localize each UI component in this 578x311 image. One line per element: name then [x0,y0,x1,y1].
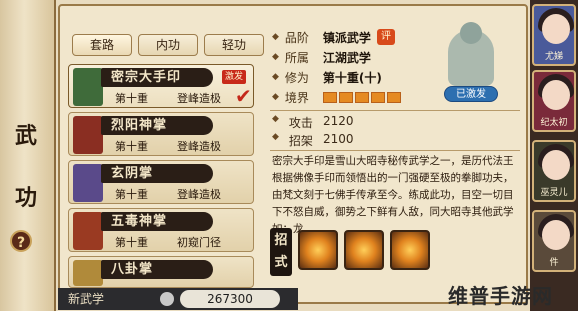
skill-tabs: 套路 内功 轻功 [72,34,264,56]
stat-row-parry: ◆ 招架 2100 [272,132,353,149]
bullet-icon: ◆ [272,32,279,42]
party-member-card[interactable]: 纪太初 [532,70,576,132]
party-member-card[interactable]: 尤娣 [532,4,576,66]
rank-label: 品阶 [284,30,309,45]
portrait-face [542,80,570,110]
help-icon[interactable]: ? [10,230,32,252]
skill-stage: 登峰造极 [177,188,221,201]
cultivation-label: 修为 [284,70,309,85]
stat-label: 攻击 [288,116,313,130]
realm-bars [322,91,401,103]
moves-label: 招式 [270,228,292,276]
realm-bar [386,91,401,103]
new-skill-button[interactable]: 新武学 [68,290,104,307]
bullet-icon: ◆ [272,114,279,124]
activated-tag: 已激发 [444,86,498,102]
bottom-bar: 新武学 267300 [58,288,298,310]
school-label: 所属 [284,50,309,65]
section-title: 武 功 [6,105,46,229]
skill-item[interactable]: 密宗大手印 激发 第十重 登峰造极 ✔ [68,64,254,108]
skill-scroll-icon [73,68,103,106]
stat-label: 招架 [288,134,313,148]
skill-name: 密宗大手印 [101,68,213,87]
skill-item[interactable]: 玄阴掌 第十重 登峰造极 [68,160,254,204]
divider [270,110,520,111]
bullet-icon: ◆ [272,132,279,142]
stat-row-attack: ◆ 攻击 2120 [272,114,353,131]
realm-label: 境界 [284,90,309,105]
skill-name: 五毒神掌 [101,212,213,231]
skill-name: 烈阳神掌 [101,116,213,135]
move-flame-icon[interactable] [344,230,384,270]
skill-scroll-icon [73,212,103,250]
tab-lightness[interactable]: 轻功 [204,34,264,56]
skill-item[interactable]: 五毒神掌 第十重 初窥门径 [68,208,254,252]
skill-item[interactable]: 八卦掌 [68,256,254,288]
section-title-char: 武 [14,123,37,149]
party-member-name: 件 [549,258,559,268]
move-flame-icon[interactable] [298,230,338,270]
skill-level: 第十重 [115,140,148,153]
realm-bar [370,91,385,103]
skills-panel: 套路 内功 轻功 密宗大手印 激发 第十重 登峰造极 ✔ 烈阳神掌 第十重 登峰… [58,4,528,304]
skill-scroll-icon [73,260,103,286]
cultivation-value: 第十重(十) [322,70,382,85]
skill-scroll-icon [73,116,103,154]
activated-badge: 激发 [222,70,247,84]
rank-value: 镇派武学 [322,30,371,45]
skill-name: 八卦掌 [101,260,213,279]
skill-level: 第十重 [115,188,148,201]
monk-portrait: 已激发 [438,20,504,102]
portrait-face [542,220,570,250]
skill-level: 第十重 [115,236,148,249]
divider [270,150,520,151]
bullet-icon: ◆ [272,52,279,62]
skill-description: 密宗大手印是雪山大昭寺秘传武学之一，是历代法王根据佛像手印而领悟出的一门强硬至极… [272,155,514,235]
party-member-name: 巫灵儿 [540,188,568,198]
party-member-name: 尤娣 [544,52,563,62]
realm-bar [354,91,369,103]
skill-scroll-icon [73,164,103,202]
party-strip: 尤娣 纪太初 巫灵儿 件 [530,0,578,311]
watermark: 维普手游网 [448,284,553,308]
tab-routines[interactable]: 套路 [72,34,132,56]
realm-bar [322,91,337,103]
cultivation-row: ◆ 修为 第十重(十) [272,68,382,86]
school-value: 江湖武学 [322,50,371,65]
money-value: 267300 [180,290,280,308]
party-member-name: 纪太初 [540,118,568,128]
tab-inner-power[interactable]: 内功 [138,34,198,56]
bullet-icon: ◆ [272,72,279,82]
skill-item[interactable]: 烈阳神掌 第十重 登峰造极 [68,112,254,156]
skill-level: 第十重 [115,92,148,105]
rank-ping-badge: 评 [376,29,395,45]
stat-value: 2100 [322,132,354,146]
realm-bar [338,91,353,103]
move-flame-icon[interactable] [390,230,430,270]
bullet-icon: ◆ [272,92,279,102]
party-member-card[interactable]: 件 [532,210,576,272]
portrait-face [542,14,570,44]
skill-stage: 登峰造极 [177,140,221,153]
school-row: ◆ 所属 江湖武学 [272,48,371,66]
party-member-card[interactable]: 巫灵儿 [532,140,576,202]
rank-row: ◆ 品阶 镇派武学 评 [272,28,395,46]
stat-value: 2120 [322,114,354,128]
portrait-face [542,150,570,180]
skill-stage: 初窥门径 [177,236,221,249]
skill-stage: 登峰造极 [177,92,221,105]
skill-name: 玄阴掌 [101,164,213,183]
silver-coin-icon [160,292,174,306]
realm-row: ◆ 境界 [272,88,401,106]
selected-check-icon: ✔ [235,84,252,108]
section-title-char: 功 [14,185,37,211]
left-scroll-strip: 武 功 ? [0,0,56,311]
monk-head [460,22,482,44]
